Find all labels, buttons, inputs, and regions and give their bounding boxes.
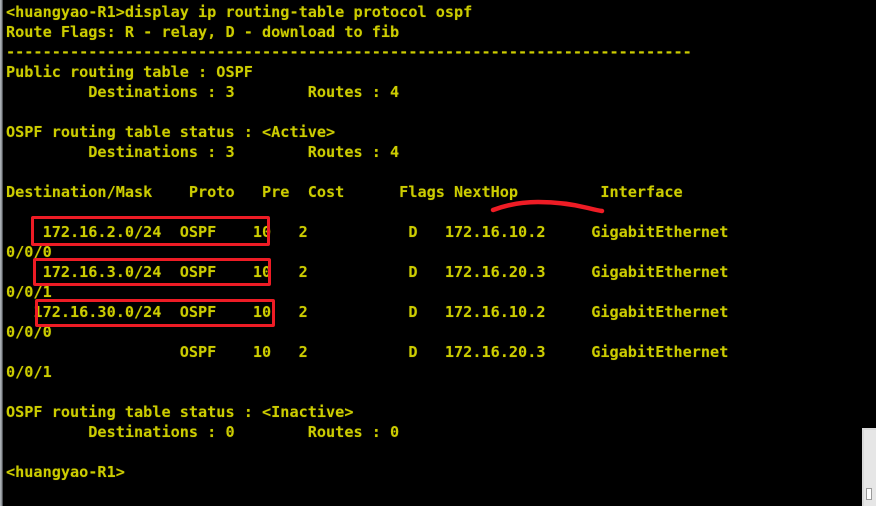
window-left-border	[0, 0, 3, 506]
terminal-line-public-counts: Destinations : 3 Routes : 4	[6, 83, 400, 101]
table-row: OSPF 10 2 D 172.16.20.3 GigabitEthernet	[6, 343, 729, 361]
terminal-line-inactive-title: OSPF routing table status : <Inactive>	[6, 403, 354, 421]
terminal-line-command: <huangyao-R1>display ip routing-table pr…	[6, 3, 473, 21]
terminal-window[interactable]: <huangyao-R1>display ip routing-table pr…	[0, 0, 876, 506]
table-row: 172.16.3.0/24 OSPF 10 2 D 172.16.20.3 Gi…	[6, 263, 729, 281]
terminal-line-prompt: <huangyao-R1>	[6, 463, 125, 481]
table-row-interface-cont: 0/0/1	[6, 283, 52, 301]
terminal-line-route-flags: Route Flags: R - relay, D - download to …	[6, 23, 400, 41]
table-header-row: Destination/Mask Proto Pre Cost Flags Ne…	[6, 183, 683, 201]
table-row-interface-cont: 0/0/1	[6, 363, 52, 381]
table-row-interface-cont: 0/0/0	[6, 243, 52, 261]
table-row-interface-cont: 0/0/0	[6, 323, 52, 341]
terminal-line-active-title: OSPF routing table status : <Active>	[6, 123, 336, 141]
terminal-line-public-title: Public routing table : OSPF	[6, 63, 253, 81]
adjacent-panel-control[interactable]	[866, 488, 872, 500]
terminal-line-active-counts: Destinations : 3 Routes : 4	[6, 143, 400, 161]
terminal-line-separator: ----------------------------------------…	[6, 43, 692, 61]
terminal-line-inactive-counts: Destinations : 0 Routes : 0	[6, 423, 400, 441]
table-row: 172.16.2.0/24 OSPF 10 2 D 172.16.10.2 Gi…	[6, 223, 729, 241]
table-row: 172.16.30.0/24 OSPF 10 2 D 172.16.10.2 G…	[6, 303, 729, 321]
